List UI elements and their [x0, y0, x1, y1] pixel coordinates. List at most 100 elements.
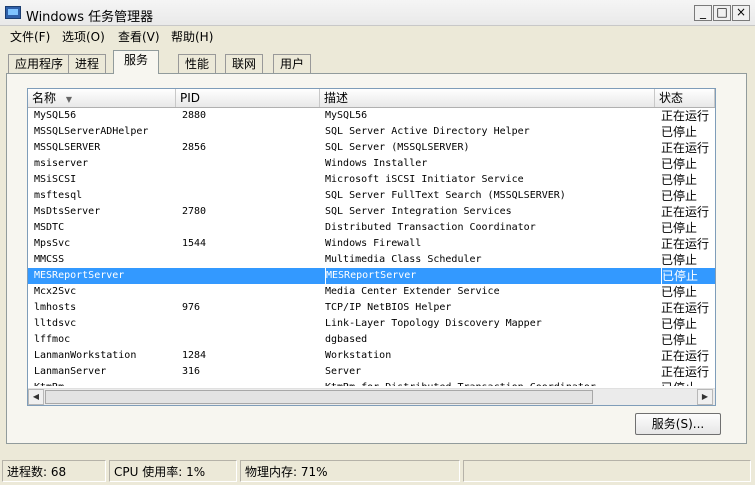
status-memory: 物理内存: 71%: [240, 460, 460, 482]
row-description: Microsoft iSCSI Initiator Service: [325, 174, 524, 185]
row-description: Link-Layer Topology Discovery Mapper: [325, 318, 542, 329]
row-description: MySQL56: [325, 110, 368, 121]
row-status: 已停止: [661, 157, 698, 171]
row-status: 正在运行: [661, 237, 710, 251]
row-status: 已停止: [661, 173, 698, 187]
column-header-status[interactable]: 状态: [655, 89, 715, 107]
row-status: 已停止: [661, 189, 698, 203]
table-row[interactable]: msftesql SQL Server FullText Search (MSSQ…: [28, 188, 715, 204]
row-name: LanmanServer: [34, 366, 107, 377]
tab-services[interactable]: 服务: [113, 50, 160, 74]
tab-applications[interactable]: 应用程序: [8, 54, 71, 73]
row-name: MsDtsServer: [34, 206, 101, 217]
menu-view[interactable]: 查看(V): [118, 28, 160, 45]
table-row[interactable]: MSDTC Distributed Transaction Coordinator…: [28, 220, 715, 236]
table-row[interactable]: MSSQLSERVER 2856 SQL Server (MSSQLSERVER) 正…: [28, 140, 715, 156]
row-name: msftesql: [34, 190, 83, 201]
status-cpu: CPU 使用率: 1%: [109, 460, 237, 482]
menu-help[interactable]: 帮助(H): [171, 28, 213, 45]
services-list[interactable]: 名称 ▼ PID 描述 状态 MySQL56 2880 MySQL56 正在运行 MSS…: [27, 88, 716, 406]
row-name: LanmanWorkstation: [34, 350, 137, 361]
row-status: 已停止: [661, 125, 698, 139]
tab-strip: 应用程序 进程 服务 性能 联网 用户: [0, 50, 755, 74]
row-status: 已停止: [661, 333, 698, 347]
row-name: msiserver: [34, 158, 89, 169]
row-name: MpsSvc: [34, 238, 71, 249]
row-description: Multimedia Class Scheduler: [325, 254, 482, 265]
row-description: TCP/IP NetBIOS Helper: [325, 302, 452, 313]
row-name: lltdsvc: [34, 318, 77, 329]
scroll-right-icon[interactable]: ▶: [697, 389, 713, 405]
row-description: KtmRm for Distributed Transaction Coordi…: [325, 380, 596, 386]
scroll-left-icon[interactable]: ◀: [28, 389, 44, 405]
task-manager-icon: [5, 6, 21, 19]
column-header-name[interactable]: 名称 ▼: [28, 89, 176, 107]
maximize-button[interactable]: □: [713, 5, 731, 21]
tab-networking[interactable]: 联网: [225, 54, 264, 73]
horizontal-scroll-thumb[interactable]: [45, 390, 593, 404]
row-name: MMCSS: [34, 254, 65, 265]
table-row[interactable]: MMCSS Multimedia Class Scheduler 已停止: [28, 252, 715, 268]
table-row[interactable]: MESReportServer MESReportServer 已停止: [28, 268, 715, 284]
row-name: MySQL56: [34, 110, 77, 121]
row-name: MSiSCSI: [34, 174, 77, 185]
services-button[interactable]: 服务(S)...: [635, 413, 721, 435]
menu-file[interactable]: 文件(F): [10, 28, 50, 45]
sort-descending-icon: ▼: [65, 95, 72, 104]
table-row[interactable]: Mcx2Svc Media Center Extender Service 已停止: [28, 284, 715, 300]
row-status: 正在运行: [661, 349, 710, 363]
row-description: SQL Server FullText Search (MSSQLSERVER): [325, 190, 566, 201]
column-header-pid[interactable]: PID: [176, 89, 320, 107]
table-row[interactable]: msiserver Windows Installer 已停止: [28, 156, 715, 172]
table-row[interactable]: MySQL56 2880 MySQL56 正在运行: [28, 108, 715, 124]
row-description: dgbased: [325, 334, 368, 345]
row-name: MESReportServer: [34, 270, 125, 281]
table-row[interactable]: KtmRm KtmRm for Distributed Transaction C…: [28, 380, 715, 386]
row-description: SQL Server (MSSQLSERVER): [325, 142, 470, 153]
tab-processes[interactable]: 进程: [68, 54, 107, 73]
tab-performance[interactable]: 性能: [178, 54, 217, 73]
row-description: SQL Server Active Directory Helper: [325, 126, 530, 137]
row-description: Server: [325, 366, 362, 377]
table-row[interactable]: LanmanServer 316 Server 正在运行: [28, 364, 715, 380]
row-name: MSSQLSERVER: [34, 142, 101, 153]
row-status: 已停止: [661, 268, 699, 284]
row-pid: 1284: [182, 350, 207, 361]
row-pid: 976: [182, 302, 201, 313]
menu-options[interactable]: 选项(O): [62, 28, 105, 45]
minimize-button[interactable]: _: [694, 5, 712, 21]
row-description: MESReportServer: [325, 268, 416, 284]
table-row[interactable]: MsDtsServer 2780 SQL Server Integration Se…: [28, 204, 715, 220]
table-row[interactable]: lmhosts 976 TCP/IP NetBIOS Helper 正在运行: [28, 300, 715, 316]
row-description: Distributed Transaction Coordinator: [325, 222, 536, 233]
horizontal-scrollbar[interactable]: ◀ ▶: [28, 388, 715, 405]
row-name: MSSQLServerADHelper: [34, 126, 149, 137]
row-pid: 2880: [182, 110, 207, 121]
close-button[interactable]: ×: [732, 5, 750, 21]
row-name: Mcx2Svc: [34, 286, 77, 297]
row-pid: 2780: [182, 206, 207, 217]
status-bar: 进程数: 68 CPU 使用率: 1% 物理内存: 71%: [0, 458, 755, 485]
table-row[interactable]: lffmoc dgbased 已停止: [28, 332, 715, 348]
table-row[interactable]: LanmanWorkstation 1284 Workstation 正在运行: [28, 348, 715, 364]
table-row[interactable]: MSiSCSI Microsoft iSCSI Initiator Service…: [28, 172, 715, 188]
tab-users[interactable]: 用户: [273, 54, 312, 73]
row-status: 正在运行: [661, 365, 710, 379]
row-name: MSDTC: [34, 222, 65, 233]
row-status: 已停止: [661, 253, 698, 267]
row-name: lffmoc: [34, 334, 71, 345]
vertical-scrollbar[interactable]: ▲ ▼: [715, 89, 716, 389]
table-row[interactable]: MSSQLServerADHelper SQL Server Active Dir…: [28, 124, 715, 140]
table-row[interactable]: lltdsvc Link-Layer Topology Discovery Map…: [28, 316, 715, 332]
row-name: KtmRm: [34, 380, 64, 386]
window-title: Windows 任务管理器: [26, 10, 154, 25]
row-status: 正在运行: [661, 109, 710, 123]
column-name-label: 名称: [32, 91, 57, 105]
row-status: 正在运行: [661, 301, 710, 315]
row-description: SQL Server Integration Services: [325, 206, 512, 217]
row-pid: 2856: [182, 142, 207, 153]
row-status: 已停止: [661, 380, 697, 386]
table-row[interactable]: MpsSvc 1544 Windows Firewall 正在运行: [28, 236, 715, 252]
column-header-description[interactable]: 描述: [320, 89, 655, 107]
row-description: Windows Installer: [325, 158, 428, 169]
